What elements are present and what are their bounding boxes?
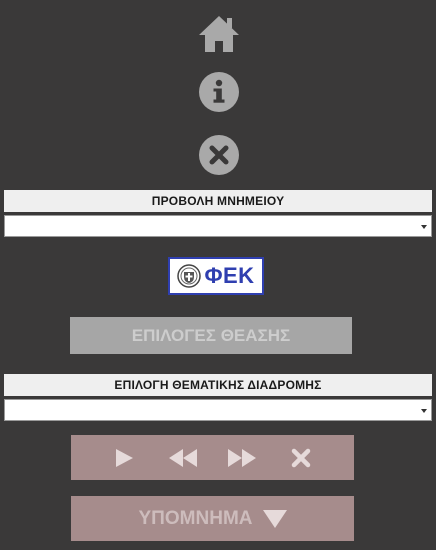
chevron-down-icon: [421, 225, 427, 229]
stop-icon: [291, 448, 310, 467]
view-options-button[interactable]: ΕΠΙΛΟΓΕΣ ΘΕΑΣΗΣ: [70, 317, 352, 354]
route-select[interactable]: [4, 399, 432, 421]
triangle-down-icon: [262, 509, 287, 528]
home-icon: [199, 16, 239, 52]
monument-view-label: ΠΡΟΒΟΛΗ ΜΝΗΜΕΙΟΥ: [4, 190, 432, 212]
monument-select[interactable]: [4, 215, 432, 237]
close-button[interactable]: [198, 134, 240, 176]
info-button[interactable]: [198, 71, 240, 113]
info-icon: [199, 72, 239, 112]
greek-emblem-icon: [177, 264, 202, 288]
rewind-icon: [169, 448, 198, 467]
legend-label: ΥΠΟΜΝΗΜΑ: [138, 507, 253, 529]
play-icon: [116, 448, 134, 467]
fast-forward-icon: [227, 448, 256, 467]
home-button[interactable]: [198, 12, 240, 54]
fek-link[interactable]: ΦΕΚ: [168, 257, 264, 295]
fek-text: ΦΕΚ: [204, 263, 255, 288]
side-panel: ΠΡΟΒΟΛΗ ΜΝΗΜΕΙΟΥ ΦΕΚ ΕΠΙΛΟΓΕΣ ΘΕΑΣΗΣ ΕΠΙ…: [0, 0, 436, 550]
playback-controls: [71, 435, 354, 480]
route-select-label: ΕΠΙΛΟΓΗ ΘΕΜΑΤΙΚΗΣ ΔΙΑΔΡΟΜΗΣ: [4, 374, 432, 396]
legend-button[interactable]: ΥΠΟΜΝΗΜΑ: [71, 496, 354, 541]
close-icon: [199, 135, 239, 175]
rewind-button[interactable]: [168, 443, 198, 473]
play-button[interactable]: [109, 443, 139, 473]
chevron-down-icon: [421, 409, 427, 413]
stop-button[interactable]: [286, 443, 316, 473]
fast-forward-button[interactable]: [227, 443, 257, 473]
